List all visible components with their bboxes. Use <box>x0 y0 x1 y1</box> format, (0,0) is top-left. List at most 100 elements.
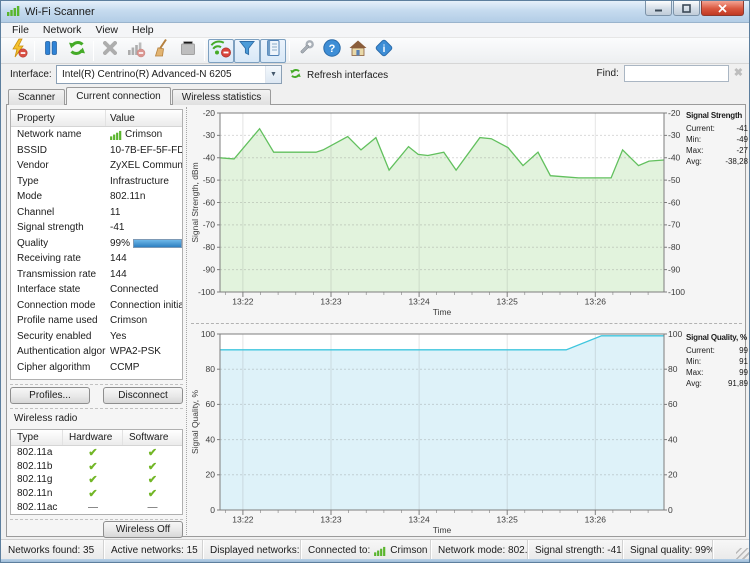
property-row[interactable]: Channel11 <box>11 205 182 221</box>
property-value: Connected <box>110 284 158 295</box>
report-button[interactable] <box>260 39 286 63</box>
signal-bars-icon <box>374 546 386 556</box>
disconnect-button[interactable]: Disconnect <box>103 387 183 404</box>
value-column-header: Value <box>106 110 182 126</box>
property-row[interactable]: Profile name usedCrimson <box>11 313 182 329</box>
svg-text:Time: Time <box>433 525 452 535</box>
filter-button[interactable] <box>234 39 260 63</box>
interface-select[interactable]: Intel(R) Centrino(R) Advanced-N 6205 ▼ <box>56 65 282 84</box>
property-name: Receiving rate <box>11 253 106 264</box>
property-row[interactable]: Mode802.11n <box>11 189 182 205</box>
svg-text:13:23: 13:23 <box>320 515 342 525</box>
about-button[interactable]: i <box>371 39 397 63</box>
wireless-off-button[interactable]: Wireless Off <box>103 521 183 538</box>
property-row[interactable]: Cipher algorithm CCMP <box>11 360 182 376</box>
tab-current-connection[interactable]: Current connection <box>66 87 171 105</box>
pause-button[interactable] <box>38 39 64 63</box>
property-row[interactable]: Security enabledYes <box>11 329 182 345</box>
svg-text:100: 100 <box>201 329 215 339</box>
property-name: Profile name used <box>11 315 106 326</box>
property-row[interactable]: Vendor ZyXEL Communicatio... <box>11 158 182 174</box>
wireless-radio-table: Type Hardware Software 802.11a✔✔802.11b✔… <box>10 429 183 515</box>
property-value: Infrastructure <box>110 176 169 187</box>
wifi-off-button[interactable] <box>208 39 234 63</box>
svg-text:-90: -90 <box>668 264 681 274</box>
separator <box>10 384 183 385</box>
property-row[interactable]: Signal strength-41 <box>11 220 182 236</box>
maximize-button[interactable] <box>673 1 700 16</box>
delete-button <box>97 39 123 63</box>
stats-row: Current:99 <box>686 345 748 356</box>
svg-text:20: 20 <box>668 470 678 480</box>
chart-divider <box>191 323 742 324</box>
refresh-icon <box>67 38 87 63</box>
interface-row: Interface: Intel(R) Centrino(R) Advanced… <box>1 64 749 87</box>
property-row[interactable]: Authentication algorithmWPA2-PSK <box>11 344 182 360</box>
property-row[interactable]: BSSID10-7B-EF-5F-FD <box>11 143 182 159</box>
property-value: Crimson <box>125 129 162 140</box>
minimize-button[interactable] <box>645 1 672 16</box>
app-window: Wi-Fi Scanner File Network View Help ?i … <box>0 0 750 563</box>
report-icon <box>263 38 283 63</box>
close-button[interactable] <box>701 1 744 16</box>
svg-text:13:22: 13:22 <box>232 297 254 307</box>
status-segment: Signal quality: 99% <box>623 540 713 561</box>
property-name: Interface state <box>11 284 106 295</box>
stats-row: Min:-49 <box>686 134 748 145</box>
find-clear-icon[interactable]: ✖ <box>734 68 743 79</box>
check-icon: ✔ <box>88 487 97 500</box>
svg-text:80: 80 <box>668 364 678 374</box>
svg-text:-80: -80 <box>203 242 216 252</box>
scan-button[interactable] <box>5 39 31 63</box>
menu-help[interactable]: Help <box>125 23 161 37</box>
hardware-column-header: Hardware <box>63 430 123 445</box>
settings-button[interactable] <box>293 39 319 63</box>
status-segment: Connected to:Crimson <box>301 540 431 561</box>
svg-text:13:25: 13:25 <box>497 515 519 525</box>
svg-text:-20: -20 <box>203 108 216 118</box>
refresh-button[interactable] <box>64 39 90 63</box>
find-input[interactable] <box>624 65 729 82</box>
panel-splitter[interactable] <box>186 107 187 535</box>
property-name: Transmission rate <box>11 269 106 280</box>
property-name: Authentication algorithm <box>11 346 106 357</box>
chevron-down-icon[interactable]: ▼ <box>265 66 281 83</box>
property-row[interactable]: Quality99% <box>11 236 182 252</box>
pause-icon <box>41 38 61 63</box>
home-icon <box>348 38 368 63</box>
property-row[interactable]: Receiving rate144 <box>11 251 182 267</box>
menu-view[interactable]: View <box>88 23 125 37</box>
menu-network[interactable]: Network <box>36 23 89 37</box>
home-button[interactable] <box>345 39 371 63</box>
property-value: CCMP <box>110 362 139 373</box>
refresh-interfaces-button[interactable]: Refresh interfaces <box>289 67 388 83</box>
property-row[interactable]: TypeInfrastructure <box>11 174 182 190</box>
property-row[interactable]: Interface state Connected <box>11 282 182 298</box>
property-name: Vendor <box>11 160 106 171</box>
property-value: 11 <box>110 207 120 218</box>
property-value: ZyXEL Communicatio... <box>110 160 182 171</box>
check-icon: ✔ <box>88 446 97 459</box>
svg-text:100: 100 <box>668 329 682 339</box>
property-name: Mode <box>11 191 106 202</box>
menu-file[interactable]: File <box>5 23 36 37</box>
save-icon <box>178 38 198 63</box>
property-row[interactable]: Connection modeConnection initiated b... <box>11 298 182 314</box>
profiles-button[interactable]: Profiles... <box>10 387 90 404</box>
help-icon: ? <box>322 38 342 63</box>
tab-scanner[interactable]: Scanner <box>8 89 65 105</box>
svg-text:80: 80 <box>206 364 216 374</box>
status-label: Connected to: <box>308 545 370 556</box>
property-row[interactable]: Network nameCrimson <box>11 127 182 143</box>
app-icon <box>7 3 20 21</box>
toolbar: ?i <box>1 38 749 64</box>
tab-wireless-statistics[interactable]: Wireless statistics <box>172 89 271 105</box>
svg-text:40: 40 <box>206 434 216 444</box>
check-icon: ✔ <box>88 473 97 486</box>
help-button[interactable]: ? <box>319 39 345 63</box>
property-row[interactable]: Transmission rate144 <box>11 267 182 283</box>
property-name: Cipher algorithm <box>11 362 106 373</box>
stats-title: Signal Strength <box>686 111 748 120</box>
refresh-interfaces-label: Refresh interfaces <box>307 70 388 81</box>
clear-button[interactable] <box>149 39 175 63</box>
